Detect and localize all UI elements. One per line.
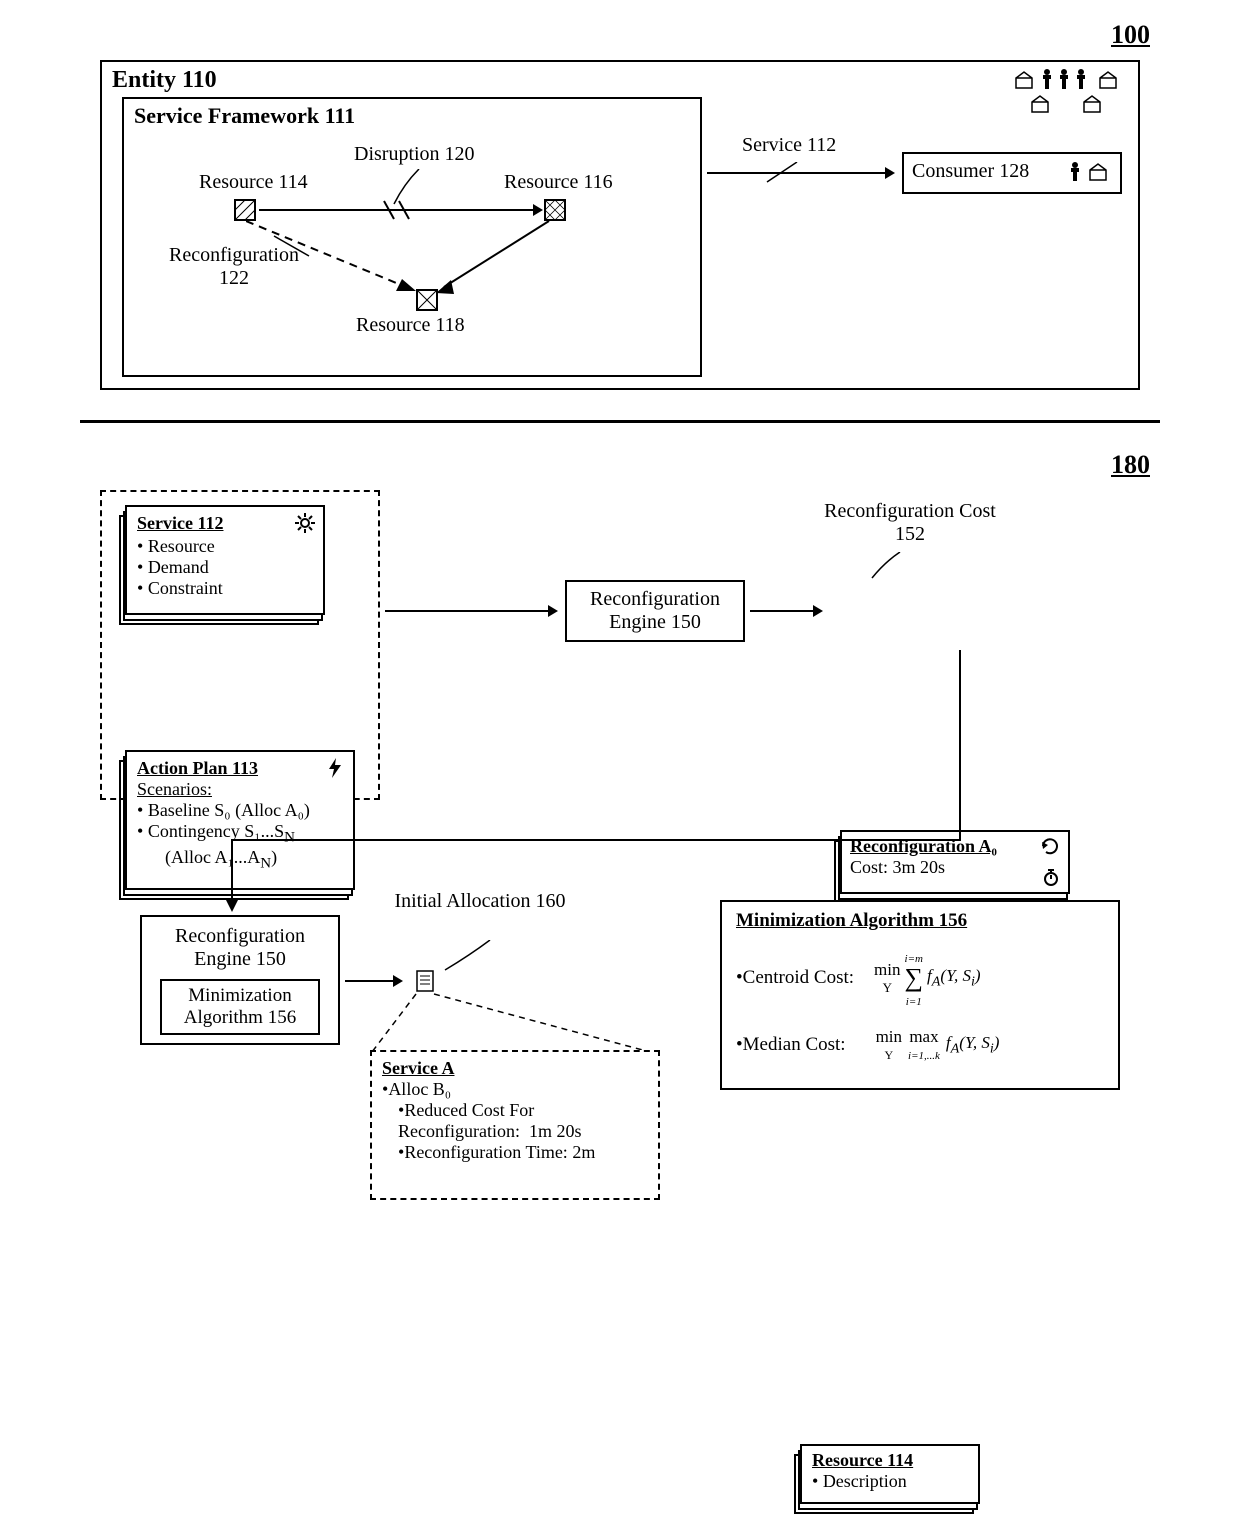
arrow-114-118 (246, 219, 426, 299)
gear-icon (295, 513, 315, 533)
median-min-sub: Y (884, 1048, 893, 1062)
entity-label: Entity 110 (112, 67, 217, 94)
service-card: Service 112 • Resource • Demand • Constr… (125, 505, 325, 615)
consumer-box: Consumer 128 (902, 152, 1122, 194)
sum-bot: i=1 (906, 996, 922, 1008)
resource-116-icon (544, 199, 566, 221)
resource-114-label: Resource 114 (199, 171, 308, 194)
resource-114-icon (234, 199, 256, 221)
arrow-116-118 (429, 219, 569, 299)
engine-box-2: Reconfiguration Engine 150 Minimization … (140, 915, 340, 1045)
arrow-service (707, 162, 897, 202)
consumer-label: Consumer 128 (912, 160, 1029, 182)
reconfig-time-label: Reconfiguration Time: (404, 1142, 568, 1162)
sum-sign: ∑ (904, 963, 923, 992)
reconfig-time-value: 2m (572, 1142, 595, 1162)
figure-divider (80, 420, 1160, 423)
min-alg-title: Minimization Algorithm 156 (736, 910, 1104, 932)
service-resource: Resource (148, 536, 215, 556)
min-alg-inner: Minimization Algorithm 156 (160, 979, 320, 1035)
engine-label-2: Reconfiguration Engine 150 (150, 925, 330, 971)
service-framework-box: Service Framework 111 Resource 114 Resou… (122, 97, 702, 377)
reconfig-leader (269, 234, 319, 259)
centroid-min: min (874, 960, 900, 979)
entity-icons (1008, 68, 1128, 118)
median-max-sub: i=1,...k (908, 1050, 940, 1062)
service-112-label: Service 112 (742, 134, 836, 157)
min-alg-panel: Minimization Algorithm 156 • Centroid Co… (720, 900, 1120, 1090)
resource-116-label: Resource 116 (504, 171, 613, 194)
initial-alloc-label: Initial Allocation 160 (390, 890, 570, 913)
service-a-title: Service A (382, 1058, 648, 1079)
disruption-leader (389, 169, 429, 209)
stopwatch-icon (1042, 868, 1060, 886)
resource-card: Resource 114 • Description (800, 1444, 980, 1504)
resource-card-title: Resource 114 (812, 1450, 968, 1471)
engine-box-1: Reconfiguration Engine 150 (565, 580, 745, 642)
service-card-title: Service 112 (137, 513, 223, 533)
allocation-icon (416, 970, 434, 992)
fig-ref-180: 180 (1111, 450, 1150, 480)
service-a-alloc: Alloc B₀ (388, 1079, 451, 1099)
arrow-cost-to-engine2 (220, 650, 980, 920)
median-label: Median Cost: (743, 1034, 846, 1056)
service-a-box: Service A •Alloc B₀ •Reduced Cost For Re… (370, 1050, 660, 1200)
arrow-input-engine (385, 600, 560, 624)
consumer-icons (1068, 160, 1112, 188)
median-min: min (876, 1027, 902, 1046)
reduced-cost-label: Reduced Cost For Reconfiguration: (398, 1100, 534, 1141)
resource-118-icon (416, 289, 438, 311)
cost-leader (870, 552, 920, 582)
resource-118-label: Resource 118 (356, 314, 465, 337)
centroid-sub: Y (883, 980, 892, 995)
median-max: max (909, 1027, 938, 1046)
arrow-engine2-alloc (345, 970, 405, 994)
framework-label: Service Framework 111 (134, 103, 355, 129)
service-demand: Demand (148, 557, 209, 577)
cycle-icon (1040, 836, 1060, 856)
cost-label: Reconfiguration Cost 152 (820, 500, 1000, 546)
arrow-engine-cost (750, 600, 825, 624)
disruption-label: Disruption 120 (354, 143, 475, 166)
alloc-leader (440, 940, 500, 975)
service-constraint: Constraint (148, 578, 223, 598)
entity-box: Entity 110 Service Framework 111 Resourc… (100, 60, 1140, 390)
reduced-cost-value: 1m 20s (529, 1121, 582, 1141)
fig-ref-100: 100 (1111, 20, 1150, 50)
resource-card-desc: Description (823, 1471, 907, 1491)
centroid-label: Centroid Cost: (743, 967, 854, 989)
